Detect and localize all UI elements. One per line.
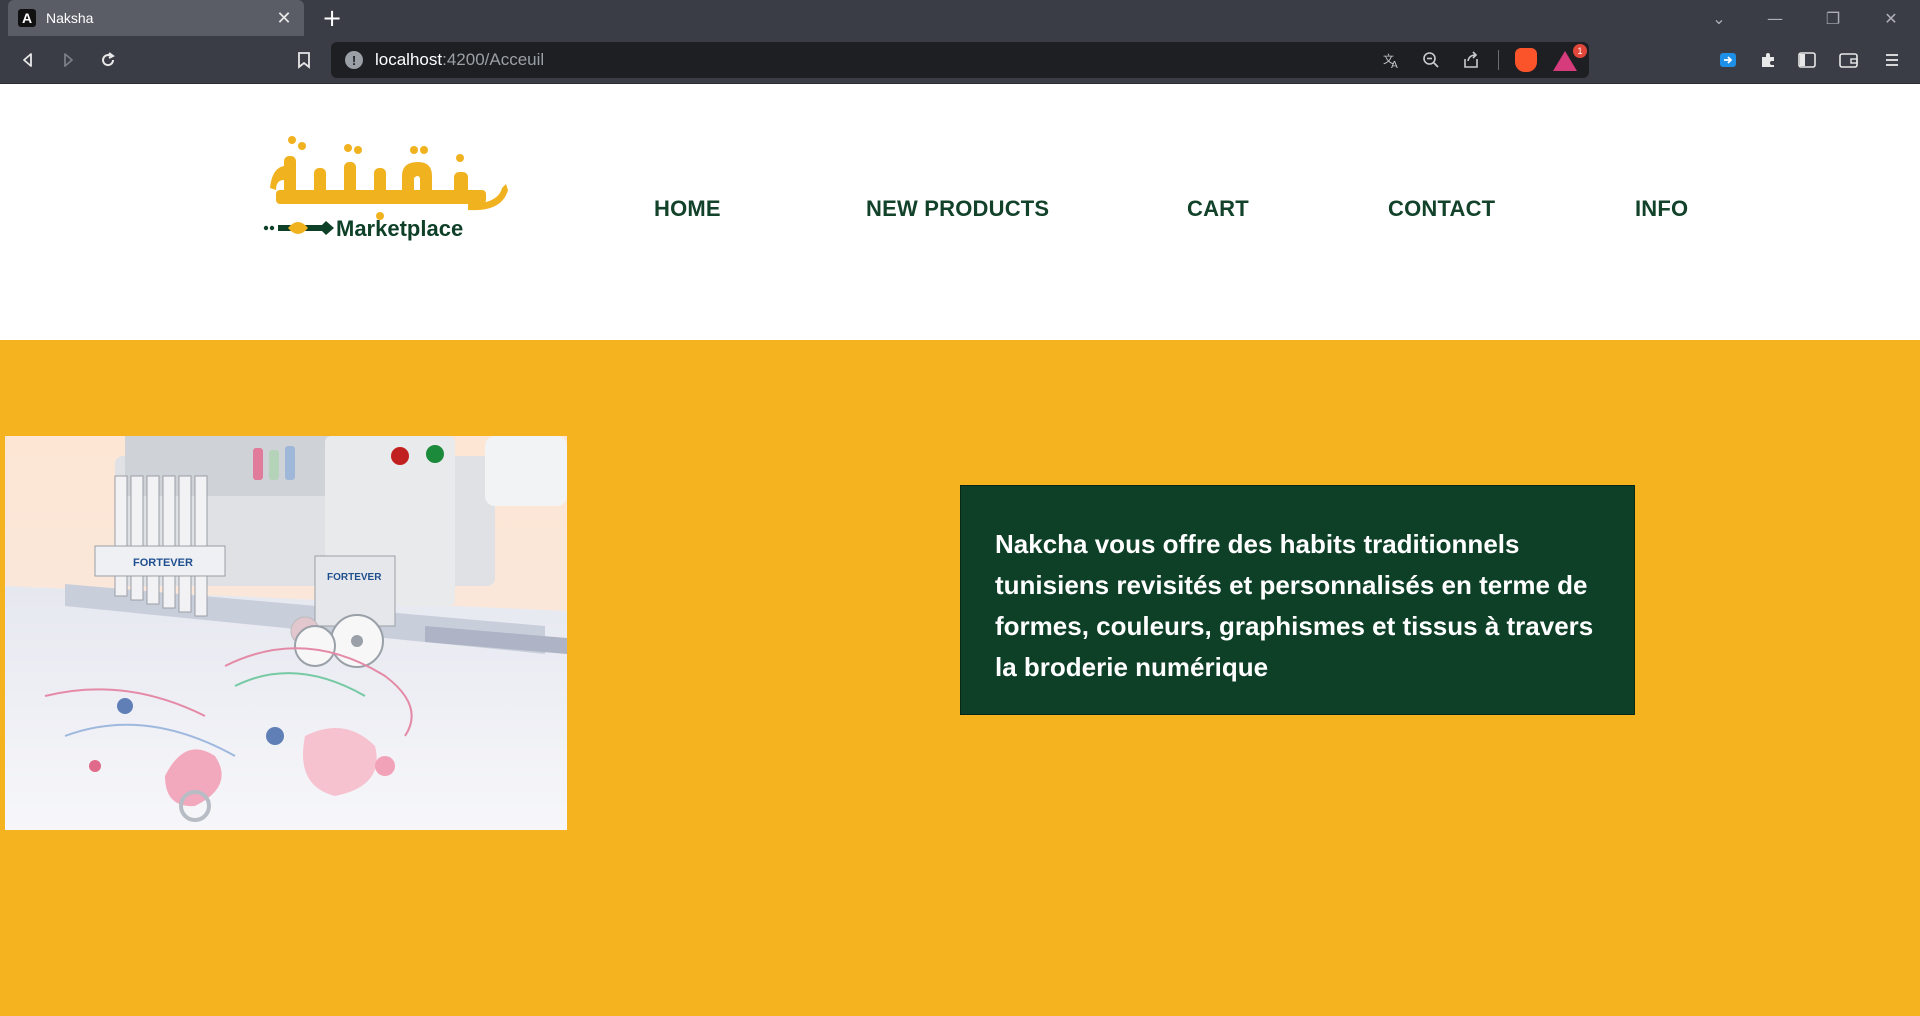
share-icon[interactable] <box>1458 47 1484 73</box>
close-window-icon[interactable]: ✕ <box>1868 0 1914 36</box>
tab-search-icon[interactable]: ⌄ <box>1696 0 1742 36</box>
rewards-badge: 1 <box>1573 44 1587 58</box>
extension-icon[interactable] <box>1712 44 1744 76</box>
angular-favicon-icon: A <box>18 9 36 27</box>
brave-shields-icon[interactable] <box>1513 47 1539 73</box>
address-bar[interactable]: ! localhost:4200/Acceuil 文A 1 <box>331 42 1589 78</box>
machine-brand-left: FORTEVER <box>133 557 193 569</box>
site-info-icon[interactable]: ! <box>345 51 363 69</box>
tab-title: Naksha <box>46 10 94 26</box>
browser-tab[interactable]: A Naksha ✕ <box>8 0 304 36</box>
nav-home[interactable]: HOME <box>654 196 721 222</box>
sidebar-icon[interactable] <box>1791 44 1823 76</box>
browser-tab-bar: A Naksha ✕ + ⌄ — ❐ ✕ <box>0 0 1920 36</box>
puzzle-icon[interactable] <box>1752 44 1784 76</box>
restore-icon[interactable]: ❐ <box>1810 0 1856 36</box>
close-tab-icon[interactable]: ✕ <box>274 8 294 28</box>
embroidery-machine-image: FORTEVER FORTEVER <box>5 436 567 830</box>
svg-text:A: A <box>1391 60 1398 69</box>
naksha-logo[interactable]: Marketplace <box>262 128 512 246</box>
logo-text: Marketplace <box>336 216 463 241</box>
url-text[interactable]: localhost:4200/Acceuil <box>375 50 544 70</box>
new-tab-icon[interactable]: + <box>318 4 346 32</box>
separator <box>1498 50 1499 70</box>
hero-description-text: Nakcha vous offre des habits traditionne… <box>995 529 1594 682</box>
hero-description-box: Nakcha vous offre des habits traditionne… <box>960 485 1635 715</box>
browser-toolbar: ! localhost:4200/Acceuil 文A 1 <box>0 36 1920 84</box>
menu-icon[interactable] <box>1876 44 1908 76</box>
nav-cart[interactable]: CART <box>1187 196 1249 222</box>
nav-new-products[interactable]: NEW PRODUCTS <box>866 196 1049 222</box>
wallet-icon[interactable] <box>1833 44 1865 76</box>
zoom-out-icon[interactable] <box>1418 47 1444 73</box>
site-header: Marketplace HOME NEW PRODUCTS CART CONTA… <box>0 84 1920 340</box>
brave-rewards-icon[interactable]: 1 <box>1553 44 1587 73</box>
reload-icon[interactable] <box>92 44 124 76</box>
back-icon[interactable] <box>12 44 44 76</box>
machine-brand-right: FORTEVER <box>327 572 382 583</box>
forward-icon[interactable] <box>52 44 84 76</box>
translate-icon[interactable]: 文A <box>1378 47 1404 73</box>
bookmark-icon[interactable] <box>288 44 320 76</box>
nav-contact[interactable]: CONTACT <box>1388 196 1495 222</box>
minimize-icon[interactable]: — <box>1752 0 1798 36</box>
nav-info[interactable]: INFO <box>1635 196 1688 222</box>
hero-section: FORTEVER FORTEVER Nakcha vous offre des … <box>0 340 1920 1016</box>
